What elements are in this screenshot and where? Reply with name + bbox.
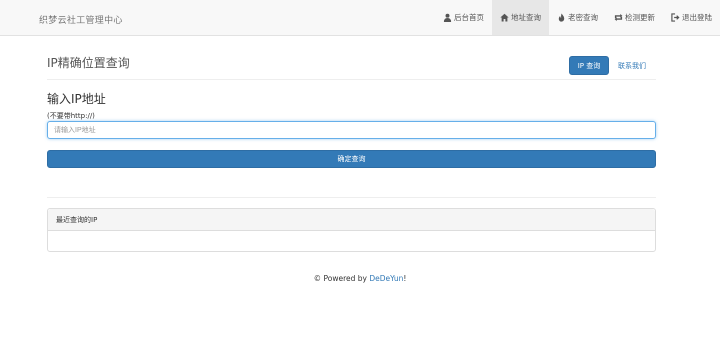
page-header: IP精确位置查询 IP 查询 联系我们 bbox=[47, 50, 656, 80]
nav-label: 老密查询 bbox=[568, 13, 598, 22]
nav-label: 后台首页 bbox=[454, 13, 484, 22]
input-hint: (不要带http://) bbox=[47, 112, 95, 120]
footer-link[interactable]: DeDeYun bbox=[369, 274, 403, 283]
recent-queries-panel: 最近查询的IP bbox=[47, 208, 656, 252]
nav-item-check-updates[interactable]: 检测更新 bbox=[606, 0, 663, 35]
nav-item-admin-home[interactable]: 后台首页 bbox=[435, 0, 492, 35]
nav-item-logout[interactable]: 退出登陆 bbox=[663, 0, 720, 35]
user-icon bbox=[443, 13, 452, 22]
divider bbox=[47, 197, 656, 198]
nav-label: 检测更新 bbox=[625, 13, 655, 22]
nav-menu: 后台首页 地址查询 老密查询 检测更新 退出登陆 bbox=[435, 0, 720, 35]
page-title: IP精确位置查询 bbox=[47, 56, 130, 70]
contact-us-link[interactable]: 联系我们 bbox=[618, 61, 646, 71]
footer: © Powered by DeDeYun! bbox=[0, 274, 720, 283]
log-out-icon bbox=[671, 13, 680, 22]
nav-item-password-lookup[interactable]: 老密查询 bbox=[549, 0, 606, 35]
nav-label: 退出登陆 bbox=[682, 13, 712, 22]
nav-item-address-lookup[interactable]: 地址查询 bbox=[492, 0, 549, 35]
submit-query-button[interactable]: 确定查询 bbox=[47, 150, 656, 168]
fire-icon bbox=[557, 13, 566, 22]
brand-title[interactable]: 织梦云社工管理中心 bbox=[39, 13, 123, 26]
nav-label: 地址查询 bbox=[511, 13, 541, 22]
form-heading: 输入IP地址 bbox=[47, 92, 106, 106]
ip-query-button[interactable]: IP 查询 bbox=[569, 56, 609, 75]
footer-text: © Powered by bbox=[313, 274, 370, 283]
footer-suffix: ! bbox=[403, 274, 407, 283]
home-icon bbox=[500, 13, 509, 22]
top-navbar: 织梦云社工管理中心 后台首页 地址查询 老密查询 检测更新 退出登陆 bbox=[0, 0, 720, 36]
recent-queries-heading: 最近查询的IP bbox=[48, 209, 655, 231]
ip-address-input[interactable] bbox=[47, 121, 656, 139]
retweet-icon bbox=[614, 13, 623, 22]
